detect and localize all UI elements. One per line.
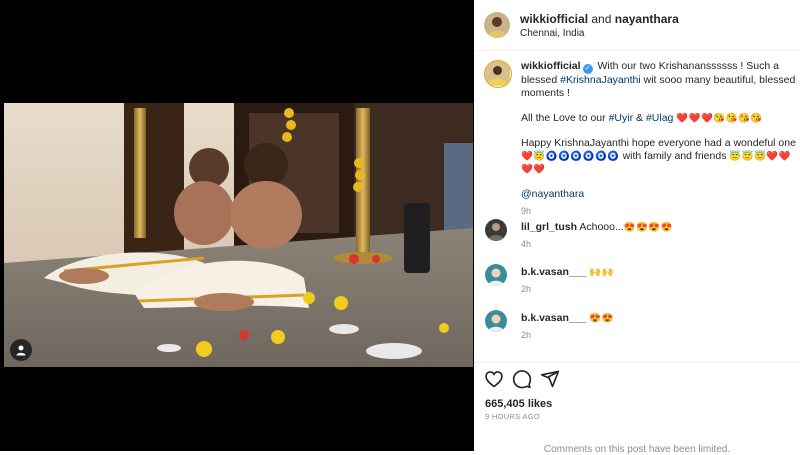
avatar-image: [484, 12, 510, 38]
share-icon[interactable]: [540, 369, 560, 389]
comment-username[interactable]: lil_grl_tush: [521, 221, 577, 233]
comment-item: b.k.vasan___ 😍😍 2h: [474, 310, 800, 350]
header-users: wikkiofficial and nayanthara: [520, 12, 679, 26]
mention-link[interactable]: @nayanthara: [521, 188, 584, 200]
likes-count[interactable]: 665,405 likes: [485, 398, 552, 410]
caption-avatar[interactable]: [484, 60, 512, 88]
hashtag-link[interactable]: #Ulag: [646, 112, 673, 124]
comment-avatar[interactable]: [485, 264, 507, 286]
location-link[interactable]: Chennai, India: [520, 28, 585, 39]
caption-text: wikkiofficial ✓ With our two Krishanansss…: [521, 60, 797, 218]
caption-para3-text: Happy KrishnaJayanthi hope everyone had …: [521, 137, 796, 149]
caption-username[interactable]: wikkiofficial: [521, 60, 581, 72]
comment-username[interactable]: b.k.vasan___: [521, 266, 586, 278]
avatar-image: [485, 264, 507, 286]
comment-time[interactable]: 2h: [521, 330, 531, 340]
hashtag-link[interactable]: #Uyir: [609, 112, 634, 124]
header-user1-link[interactable]: wikkiofficial: [520, 12, 588, 26]
comment-message: Achooo...: [579, 221, 624, 233]
post-header: wikkiofficial and nayanthara Chennai, In…: [474, 0, 800, 51]
caption-para3-text2: with family and friends: [622, 150, 727, 162]
post-side-pane: wikkiofficial and nayanthara Chennai, In…: [474, 0, 800, 455]
avatar-image: [485, 219, 507, 241]
comment-avatar[interactable]: [485, 219, 507, 241]
post-photo[interactable]: [4, 103, 473, 367]
comment-item: lil_grl_tush Achooo...😍😍😍😍 4h: [474, 219, 800, 259]
caption-para-1: wikkiofficial ✓ With our two Krishanansss…: [521, 60, 797, 100]
comment-icon[interactable]: [512, 369, 532, 389]
caption-para-4: @nayanthara: [521, 188, 797, 201]
caption-amp: &: [636, 112, 644, 124]
comment-item: b.k.vasan___ 🙌🙌 2h: [474, 264, 800, 304]
comment-text: b.k.vasan___ 🙌🙌: [521, 266, 614, 278]
post-media-pane: [0, 0, 474, 451]
header-avatar[interactable]: [484, 12, 510, 38]
comment-text: lil_grl_tush Achooo...😍😍😍😍: [521, 221, 673, 233]
verified-badge-icon: ✓: [582, 64, 593, 74]
comment-emoji: 😍😍: [589, 313, 614, 324]
caption-para-3: Happy KrishnaJayanthi hope everyone had …: [521, 137, 797, 176]
comment-text: b.k.vasan___ 😍😍: [521, 312, 614, 324]
person-icon: [16, 345, 26, 356]
caption-para-2: All the Love to our #Uyir & #Ulag ❤️❤️❤️…: [521, 112, 797, 125]
post-timestamp: 9 HOURS AGO: [485, 412, 540, 421]
comments-limited-notice: Comments on this post have been limited.: [543, 444, 731, 455]
avatar-image: [485, 310, 507, 332]
caption-emoji: ❤️😇🧿🧿🧿🧿🧿🧿: [521, 151, 620, 162]
comment-avatar[interactable]: [485, 310, 507, 332]
comment-username[interactable]: b.k.vasan___: [521, 312, 586, 324]
comment-time[interactable]: 4h: [521, 239, 531, 249]
caption-time[interactable]: 9h: [521, 205, 797, 218]
photo-illustration: [4, 103, 473, 367]
caption-para2-text: All the Love to our: [521, 112, 606, 124]
comment-time[interactable]: 2h: [521, 284, 531, 294]
header-user2-link[interactable]: nayanthara: [615, 12, 679, 26]
comment-emoji: 😍😍😍😍: [623, 222, 674, 233]
header-joiner: and: [591, 12, 612, 26]
tagged-user-button[interactable]: [10, 339, 32, 361]
heart-icon[interactable]: [484, 369, 504, 389]
post-actions: 665,405 likes 9 HOURS AGO Comments on th…: [474, 362, 800, 455]
comment-emoji: 🙌🙌: [589, 267, 614, 278]
caption-emoji: ❤️❤️❤️😘😘😘😘: [676, 113, 763, 124]
hashtag-link[interactable]: #KrishnaJayanthi: [560, 74, 641, 86]
avatar-image: [485, 61, 510, 86]
